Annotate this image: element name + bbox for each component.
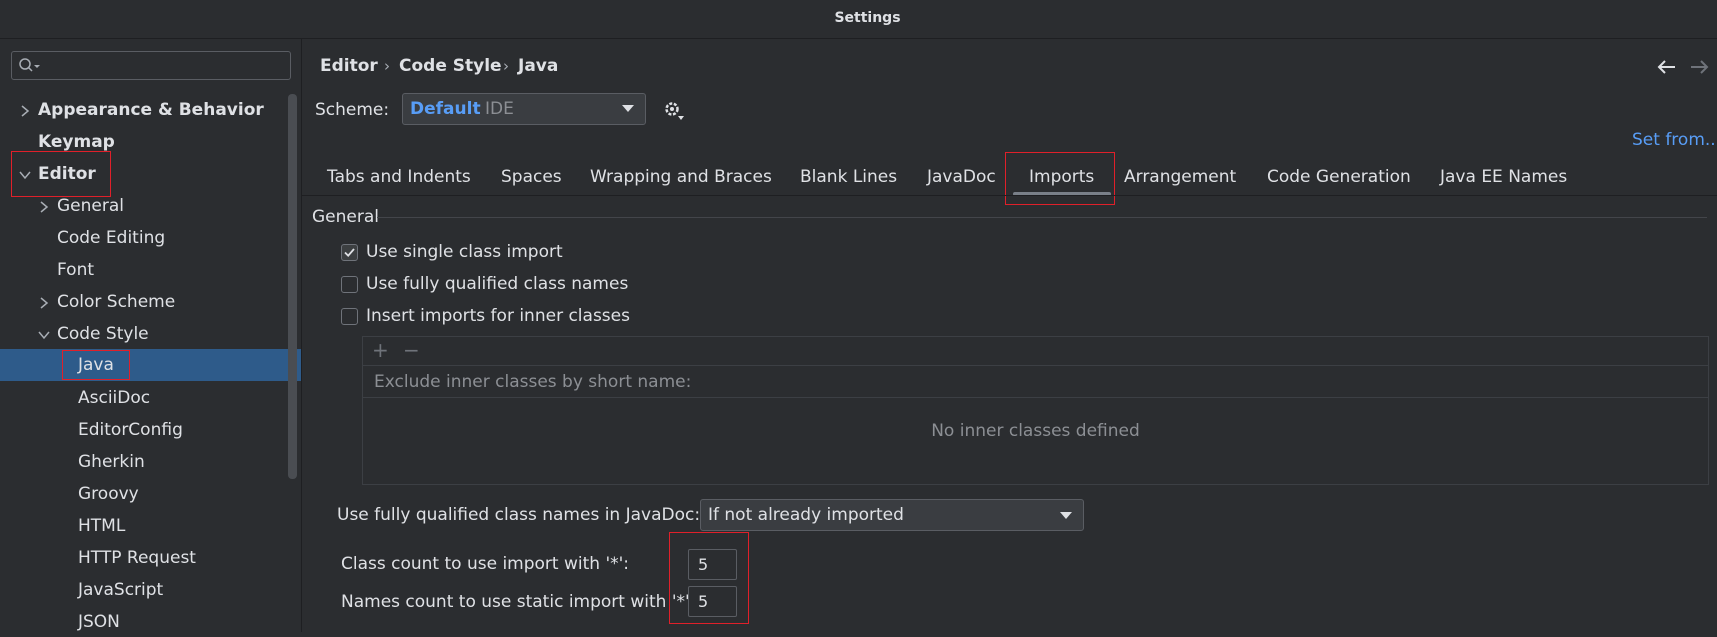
section-title-general: General	[312, 207, 379, 227]
sidebar-item-general[interactable]: General	[0, 191, 290, 221]
highlight-box-java	[62, 350, 130, 380]
sidebar-item-label: Font	[57, 260, 95, 280]
breadcrumb-separator-icon: ›	[384, 57, 390, 75]
javadoc-dropdown-value: If not already imported	[708, 505, 904, 525]
sidebar-item-label: Code Style	[57, 324, 149, 344]
scheme-scope: IDE	[485, 99, 514, 119]
exclude-header: Exclude inner classes by short name:	[374, 372, 692, 392]
sidebar-item-label: Keymap	[38, 132, 115, 152]
chevron-down-icon	[1060, 512, 1072, 519]
sidebar-item-font[interactable]: Font	[0, 255, 290, 285]
scheme-name: Default	[410, 99, 481, 119]
highlight-box-imports-tab	[1005, 152, 1115, 205]
sidebar-item-label: Appearance & Behavior	[38, 100, 264, 120]
exclude-inner-classes-panel: + − Exclude inner classes by short name:…	[362, 336, 1709, 485]
title-bar: Settings	[0, 0, 1717, 39]
tab-wrapping-and-braces[interactable]: Wrapping and Braces	[590, 167, 772, 187]
breadcrumb-separator-icon: ›	[503, 57, 509, 75]
remove-icon[interactable]: −	[403, 338, 420, 362]
sidebar-item-label: HTML	[78, 516, 126, 536]
insert-imports-inner-classes-checkbox[interactable]	[341, 308, 358, 325]
panel-divider	[363, 365, 1708, 366]
sidebar-item-label: EditorConfig	[78, 420, 183, 440]
gear-icon[interactable]	[663, 100, 685, 122]
search-input[interactable]	[11, 51, 291, 80]
sidebar-item-json[interactable]: JSON	[0, 607, 290, 637]
tab-code-generation[interactable]: Code Generation	[1267, 167, 1411, 187]
sidebar-item-label: Gherkin	[78, 452, 145, 472]
highlight-box-counts	[669, 532, 749, 624]
sidebar-item-java[interactable]: Java	[0, 349, 301, 381]
sidebar-item-http-request[interactable]: HTTP Request	[0, 543, 290, 573]
sidebar-item-gherkin[interactable]: Gherkin	[0, 447, 290, 477]
scheme-label: Scheme:	[315, 100, 390, 120]
panel-divider	[363, 397, 1708, 398]
javadoc-qualified-dropdown[interactable]: If not already imported	[700, 499, 1084, 531]
use-fully-qualified-class-names-checkbox[interactable]	[341, 276, 358, 293]
breadcrumb-item[interactable]: Editor	[320, 56, 378, 76]
chevron-right-icon[interactable]	[37, 296, 51, 310]
sidebar-item-label: Color Scheme	[57, 292, 176, 312]
sidebar-scrollbar[interactable]	[288, 94, 297, 479]
sidebar-item-label: AsciiDoc	[78, 388, 151, 408]
window-title: Settings	[834, 10, 901, 26]
insert-imports-inner-classes-label: Insert imports for inner classes	[366, 306, 630, 326]
use-single-class-import-checkbox[interactable]	[341, 244, 358, 261]
sidebar-item-color-scheme[interactable]: Color Scheme	[0, 287, 290, 317]
sidebar-item-appearance-behavior[interactable]: Appearance & Behavior	[0, 95, 290, 125]
settings-sidebar: Appearance & Behavior Keymap Editor Gene…	[0, 39, 302, 632]
sidebar-item-code-style[interactable]: Code Style	[0, 319, 290, 349]
tab-divider	[302, 195, 1717, 196]
use-fully-qualified-class-names-label: Use fully qualified class names	[366, 274, 629, 294]
chevron-right-icon[interactable]	[37, 200, 51, 214]
breadcrumb-item[interactable]: Code Style	[399, 56, 502, 76]
tab-arrangement[interactable]: Arrangement	[1124, 167, 1236, 187]
chevron-right-icon[interactable]	[18, 104, 32, 118]
chevron-down-icon[interactable]	[37, 328, 51, 342]
settings-main-panel: Editor › Code Style › Java Scheme: Defau…	[302, 39, 1717, 632]
sidebar-item-label: Code Editing	[57, 228, 166, 248]
sidebar-item-label: Groovy	[78, 484, 139, 504]
javadoc-label: Use fully qualified class names in JavaD…	[337, 505, 701, 525]
search-icon	[19, 58, 40, 72]
tab-tabs-and-indents[interactable]: Tabs and Indents	[327, 167, 471, 187]
sidebar-item-groovy[interactable]: Groovy	[0, 479, 290, 509]
sidebar-item-label: JavaScript	[78, 580, 164, 600]
sidebar-item-asciidoc[interactable]: AsciiDoc	[0, 383, 290, 413]
use-single-class-import-label: Use single class import	[366, 242, 563, 262]
sidebar-item-javascript[interactable]: JavaScript	[0, 575, 290, 605]
forward-arrow-icon[interactable]	[1689, 58, 1711, 76]
sidebar-item-code-editing[interactable]: Code Editing	[0, 223, 290, 253]
section-divider	[377, 217, 1707, 218]
breadcrumb-item: Java	[518, 56, 559, 76]
sidebar-item-label: JSON	[78, 612, 120, 632]
back-arrow-icon[interactable]	[1655, 58, 1677, 76]
sidebar-item-label: HTTP Request	[78, 548, 196, 568]
tab-blank-lines[interactable]: Blank Lines	[800, 167, 897, 187]
set-from-link[interactable]: Set from...	[1632, 130, 1717, 150]
tab-javadoc[interactable]: JavaDoc	[927, 167, 996, 187]
chevron-down-icon	[622, 105, 634, 112]
add-icon[interactable]: +	[372, 338, 389, 362]
exclude-empty-text: No inner classes defined	[931, 421, 1140, 441]
tab-spaces[interactable]: Spaces	[501, 167, 562, 187]
names-count-label: Names count to use static import with '*…	[341, 592, 696, 612]
sidebar-item-html[interactable]: HTML	[0, 511, 290, 541]
checkmark-icon	[344, 248, 355, 258]
sidebar-item-label: General	[57, 196, 124, 216]
sidebar-item-editorconfig[interactable]: EditorConfig	[0, 415, 290, 445]
class-count-label: Class count to use import with '*':	[341, 554, 630, 574]
tab-java-ee-names[interactable]: Java EE Names	[1440, 167, 1567, 187]
scheme-dropdown[interactable]: Default IDE	[402, 93, 646, 125]
